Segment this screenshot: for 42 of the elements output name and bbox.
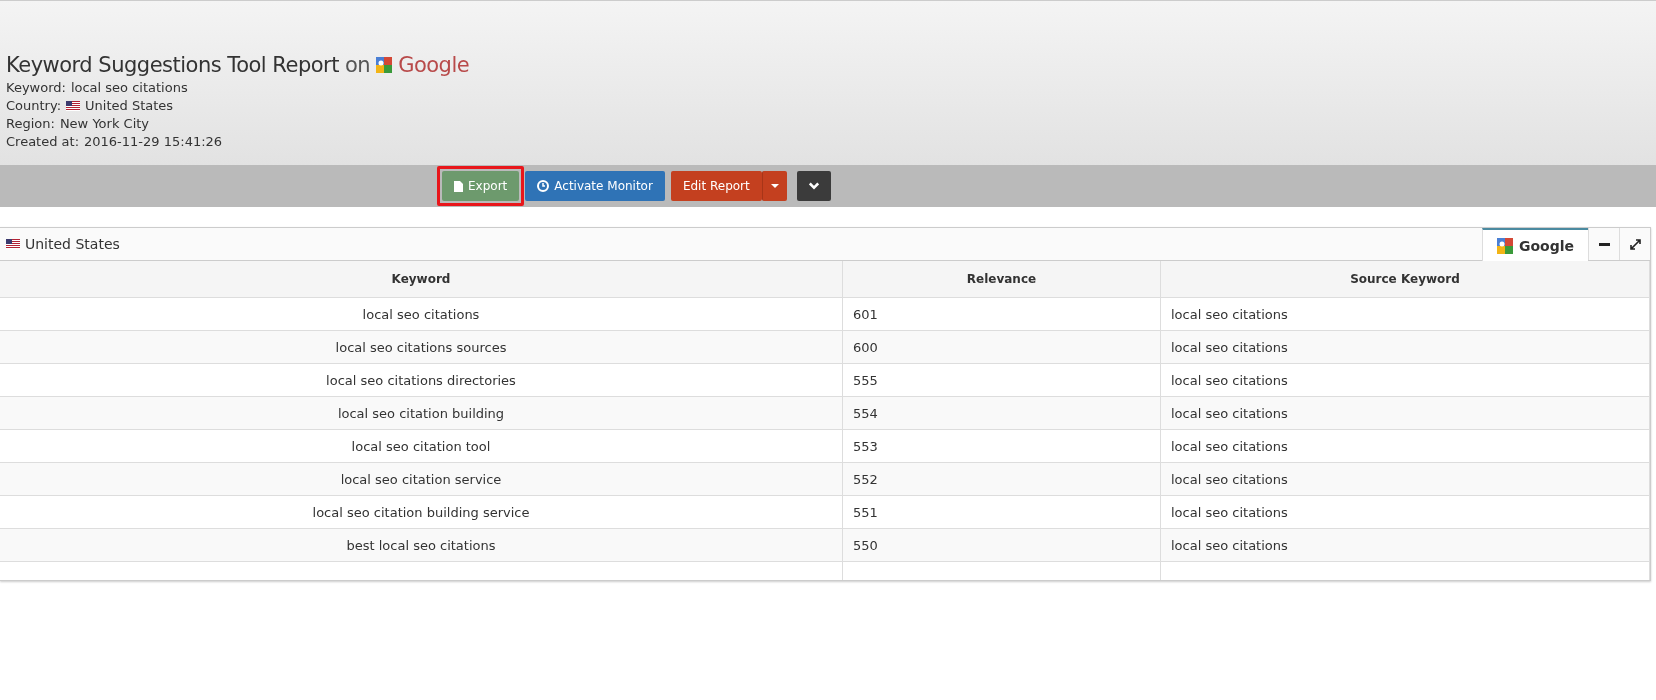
dropdown-caret-button[interactable] <box>761 171 787 201</box>
detail-value: local seo citations <box>70 79 188 97</box>
fullscreen-icon[interactable] <box>1629 238 1641 250</box>
detail-label: Country: <box>6 97 62 115</box>
clock-icon <box>537 180 550 192</box>
table-cell: best local seo citations <box>0 528 843 562</box>
panel-country: United States <box>25 236 120 252</box>
us-flag-icon <box>6 239 20 249</box>
detail-label: Region: <box>6 115 55 133</box>
report-title: Keyword Suggestions Tool Report <box>6 53 339 77</box>
detail-value: 2016-11-29 15:41:26 <box>84 133 223 151</box>
engine-tab[interactable]: Google <box>1481 228 1588 261</box>
google-logo-icon <box>376 57 393 73</box>
detail-label: Created at: <box>6 133 80 151</box>
column-header[interactable]: Source Keyword <box>1160 261 1650 298</box>
activate-monitor-button[interactable]: Activate Monitor <box>525 171 665 201</box>
table-cell: 554 <box>842 396 1161 430</box>
table-cell: local seo citation service <box>0 462 843 496</box>
engine-name: Google <box>398 53 470 77</box>
minimize-icon[interactable] <box>1598 242 1610 246</box>
table-cell: local seo citations sources <box>0 330 843 364</box>
table-cell: local seo citations <box>1160 462 1650 496</box>
table-cell: 600 <box>842 330 1161 364</box>
title-connector: on <box>344 53 371 77</box>
us-flag-icon <box>66 101 81 111</box>
detail-value: United States <box>85 97 174 115</box>
column-header[interactable]: Relevance <box>842 261 1161 298</box>
column-header[interactable]: Keyword <box>0 261 843 298</box>
table-cell: 550 <box>842 528 1161 562</box>
table-cell: 552 <box>842 462 1161 496</box>
caret-icon <box>770 184 779 188</box>
detail-label: Keyword: <box>6 79 66 97</box>
table-cell: local seo citations <box>1160 330 1650 364</box>
table-cell: local seo citation building <box>0 396 843 430</box>
google-logo-icon <box>1496 237 1513 254</box>
edit-report-button[interactable]: Edit Report <box>670 171 762 201</box>
detail-value: New York City <box>59 115 150 133</box>
table-cell: local seo citations <box>1160 528 1650 562</box>
expand-button[interactable] <box>796 171 831 201</box>
table-cell: local seo citations <box>1160 396 1650 430</box>
document-icon <box>454 180 463 192</box>
chevron-down-icon <box>808 182 819 190</box>
